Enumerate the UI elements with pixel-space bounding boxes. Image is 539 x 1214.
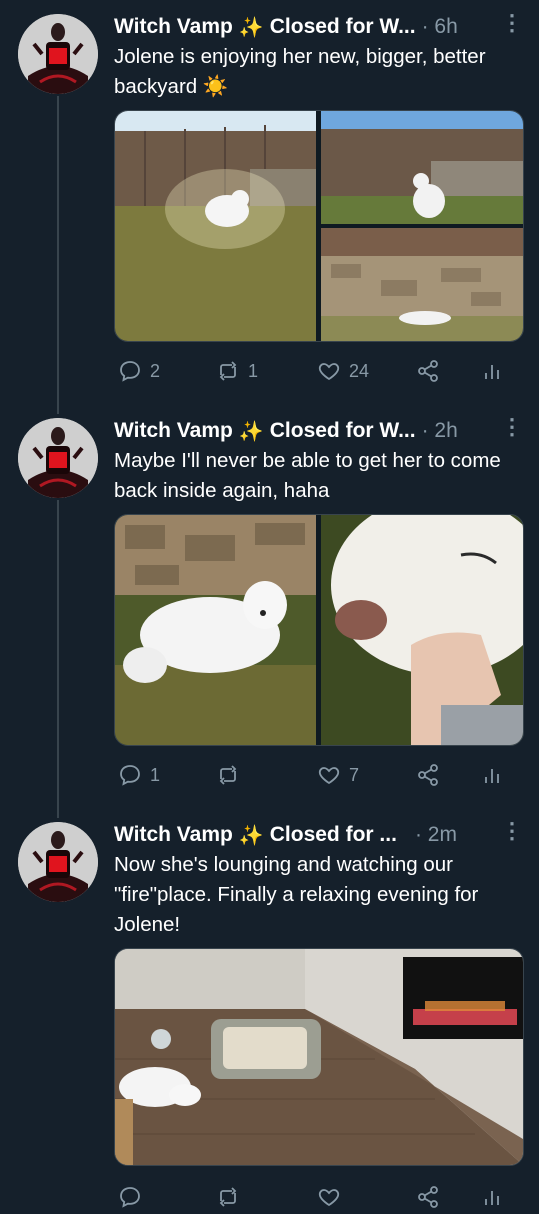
display-name[interactable]: Witch Vamp <box>114 15 233 39</box>
retweet-icon <box>219 361 237 381</box>
more-options-icon[interactable]: ⋮ <box>501 414 523 440</box>
tweet[interactable]: Witch Vamp ✨ Closed for ... · 2m ⋮ Now s… <box>0 808 539 1214</box>
share-button[interactable] <box>416 1182 440 1212</box>
retweet-icon <box>219 1187 237 1207</box>
retweet-icon <box>219 765 237 785</box>
analytics-button[interactable] <box>480 760 504 790</box>
display-name-suffix[interactable]: Closed for W... <box>270 419 416 443</box>
analytics-icon <box>485 365 499 379</box>
like-button[interactable] <box>317 1182 349 1212</box>
tweet-header: Witch Vamp ✨ Closed for ... · 2m <box>114 821 525 849</box>
like-button[interactable]: 24 <box>317 356 369 386</box>
sparkle-icon: ✨ <box>238 16 264 39</box>
heart-icon <box>318 1189 340 1207</box>
share-icon <box>418 764 438 786</box>
photo[interactable] <box>321 228 523 341</box>
media-grid[interactable] <box>114 514 524 746</box>
sparkle-icon: ✨ <box>238 824 264 847</box>
tweet[interactable]: Witch Vamp ✨ Closed for W... · 2h ⋮ Mayb… <box>0 404 539 808</box>
tweet-header: Witch Vamp ✨ Closed for W... · 6h <box>114 13 525 41</box>
like-count: 7 <box>349 764 360 785</box>
share-icon <box>418 360 438 382</box>
reply-button[interactable] <box>118 1182 150 1212</box>
photo[interactable] <box>321 111 523 224</box>
reply-icon <box>120 361 140 382</box>
tweet-text: Now she's lounging and watching our "fir… <box>114 853 479 936</box>
analytics-button[interactable] <box>480 356 504 386</box>
tweet-actions: 2 1 24 <box>114 356 504 386</box>
display-name-suffix[interactable]: Closed for W... <box>270 15 416 39</box>
photo[interactable] <box>321 515 523 745</box>
like-button[interactable]: 7 <box>317 760 359 790</box>
display-name-suffix[interactable]: Closed for ... <box>270 823 397 847</box>
more-options-icon[interactable]: ⋮ <box>501 10 523 36</box>
media-single[interactable] <box>114 948 524 1166</box>
tweet-text: Maybe I'll never be able to get her to c… <box>114 449 501 502</box>
analytics-icon <box>485 769 499 783</box>
retweet-button[interactable]: 1 <box>216 356 258 386</box>
reply-count: 2 <box>150 360 161 381</box>
tweet-actions: 1 7 <box>114 760 504 790</box>
reply-button[interactable]: 1 <box>118 760 160 790</box>
reply-icon <box>120 1187 140 1208</box>
retweet-count: 1 <box>248 360 259 381</box>
analytics-button[interactable] <box>480 1182 504 1212</box>
like-count: 24 <box>349 360 370 381</box>
tweet[interactable]: Witch Vamp ✨ Closed for W... · 6h ⋮ Jole… <box>0 0 539 404</box>
photo[interactable] <box>115 515 316 745</box>
timestamp[interactable]: · 2m <box>415 823 457 847</box>
heart-icon <box>318 767 340 785</box>
photo[interactable] <box>115 111 316 341</box>
analytics-icon <box>485 1191 499 1205</box>
avatar[interactable] <box>18 14 98 94</box>
share-button[interactable] <box>416 356 440 386</box>
media-grid[interactable] <box>114 110 524 342</box>
avatar[interactable] <box>18 822 98 902</box>
reply-count: 1 <box>150 764 161 785</box>
timestamp[interactable]: · 6h <box>422 15 458 39</box>
more-options-icon[interactable]: ⋮ <box>501 818 523 844</box>
photo[interactable] <box>115 949 523 1165</box>
timestamp[interactable]: · 2h <box>422 419 458 443</box>
tweet-header: Witch Vamp ✨ Closed for W... · 2h <box>114 417 525 445</box>
reply-button[interactable]: 2 <box>118 356 160 386</box>
retweet-button[interactable] <box>216 1182 248 1212</box>
reply-icon <box>120 765 140 786</box>
avatar[interactable] <box>18 418 98 498</box>
retweet-button[interactable] <box>216 760 248 790</box>
tweet-text: Jolene is enjoying her new, bigger, bett… <box>114 45 486 98</box>
share-button[interactable] <box>416 760 440 790</box>
sparkle-icon: ✨ <box>238 420 264 443</box>
display-name[interactable]: Witch Vamp <box>114 823 233 847</box>
display-name[interactable]: Witch Vamp <box>114 419 233 443</box>
heart-icon <box>318 363 340 381</box>
share-icon <box>418 1186 438 1208</box>
tweet-actions <box>114 1182 504 1212</box>
